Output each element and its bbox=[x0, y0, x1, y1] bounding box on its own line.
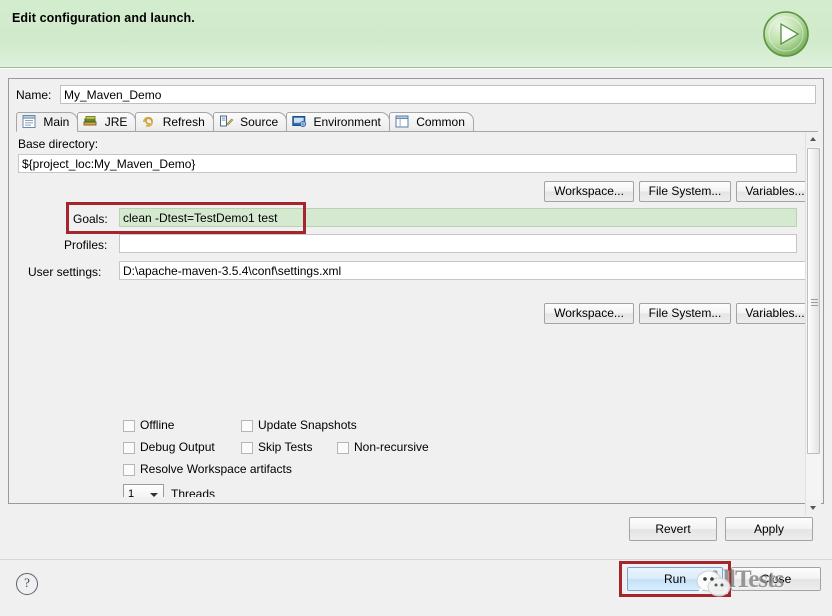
tab-main-label: Main bbox=[43, 115, 70, 129]
goals-highlight-box bbox=[66, 202, 306, 234]
scroll-up-arrow-icon[interactable] bbox=[806, 132, 821, 147]
tab-environment[interactable]: Environment bbox=[286, 112, 390, 132]
tab-environment-label: Environment bbox=[313, 115, 381, 129]
threads-value: 1 bbox=[128, 488, 135, 497]
scrollbar-thumb[interactable] bbox=[807, 148, 820, 454]
apply-button[interactable]: Apply bbox=[725, 517, 813, 541]
skip-tests-label: Skip Tests bbox=[258, 440, 313, 454]
tab-refresh[interactable]: Refresh bbox=[135, 112, 214, 132]
resolve-workspace-artifacts-label: Resolve Workspace artifacts bbox=[140, 462, 292, 476]
update-snapshots-checkbox[interactable] bbox=[241, 420, 253, 432]
scroll-down-arrow-icon[interactable] bbox=[806, 500, 821, 515]
tab-jre[interactable]: JRE bbox=[77, 112, 137, 132]
profiles-label: Profiles: bbox=[64, 238, 108, 252]
threads-select[interactable]: 1 bbox=[123, 484, 164, 497]
revert-button[interactable]: Revert bbox=[629, 517, 717, 541]
non-recursive-label: Non-recursive bbox=[354, 440, 429, 454]
dialog-banner: Edit configuration and launch. bbox=[0, 0, 832, 68]
skip-tests-checkbox[interactable] bbox=[241, 442, 253, 454]
configuration-panel: Name: Main bbox=[8, 78, 824, 515]
main-tab-icon bbox=[22, 115, 37, 128]
tab-refresh-label: Refresh bbox=[162, 115, 205, 129]
base-dir-workspace-button[interactable]: Workspace... bbox=[544, 181, 634, 202]
user-settings-filesystem-button[interactable]: File System... bbox=[639, 303, 731, 324]
tab-source-label: Source bbox=[240, 115, 279, 129]
dialog-body: Name: Main bbox=[0, 69, 832, 616]
debug-output-checkbox[interactable] bbox=[123, 442, 135, 454]
tab-main[interactable]: Main bbox=[16, 112, 79, 132]
tab-jre-label: JRE bbox=[104, 115, 128, 129]
tab-source[interactable]: Source bbox=[212, 112, 288, 132]
footer-divider bbox=[0, 559, 832, 560]
vertical-scrollbar[interactable] bbox=[805, 132, 821, 515]
refresh-tab-icon bbox=[141, 115, 156, 128]
name-row: Name: bbox=[16, 85, 816, 105]
jre-tab-icon bbox=[83, 115, 98, 128]
base-dir-variables-button[interactable]: Variables... bbox=[736, 181, 814, 202]
user-settings-workspace-button[interactable]: Workspace... bbox=[544, 303, 634, 324]
update-snapshots-label: Update Snapshots bbox=[258, 418, 357, 432]
base-directory-input[interactable] bbox=[18, 154, 797, 173]
close-button[interactable]: Close bbox=[731, 567, 821, 591]
run-highlight-box bbox=[619, 561, 731, 597]
resolve-workspace-artifacts-checkbox[interactable] bbox=[123, 464, 135, 476]
main-tab-content: Base directory: Workspace... File System… bbox=[16, 132, 818, 497]
user-settings-label: User settings: bbox=[28, 265, 102, 279]
source-tab-icon bbox=[219, 115, 234, 128]
name-label: Name: bbox=[16, 88, 52, 102]
user-settings-variables-button[interactable]: Variables... bbox=[736, 303, 814, 324]
offline-label: Offline bbox=[140, 418, 175, 432]
threads-label: Threads bbox=[171, 487, 216, 497]
debug-output-label: Debug Output bbox=[140, 440, 215, 454]
environment-tab-icon bbox=[292, 115, 307, 128]
base-directory-label: Base directory: bbox=[18, 137, 99, 151]
base-dir-filesystem-button[interactable]: File System... bbox=[639, 181, 731, 202]
tab-common[interactable]: Common bbox=[388, 112, 474, 132]
chevron-down-icon bbox=[150, 493, 158, 497]
non-recursive-checkbox[interactable] bbox=[337, 442, 349, 454]
name-input[interactable] bbox=[60, 85, 816, 104]
run-play-icon bbox=[762, 10, 810, 58]
user-settings-input[interactable] bbox=[119, 261, 814, 280]
help-question-icon[interactable]: ? bbox=[16, 573, 38, 595]
tab-strip[interactable]: Main JRE Refresh Source Environment Comm… bbox=[16, 112, 818, 132]
offline-checkbox[interactable] bbox=[123, 420, 135, 432]
profiles-input[interactable] bbox=[119, 234, 797, 253]
page-title: Edit configuration and launch. bbox=[12, 11, 195, 25]
tab-common-label: Common bbox=[416, 115, 465, 129]
common-tab-icon bbox=[395, 115, 410, 128]
